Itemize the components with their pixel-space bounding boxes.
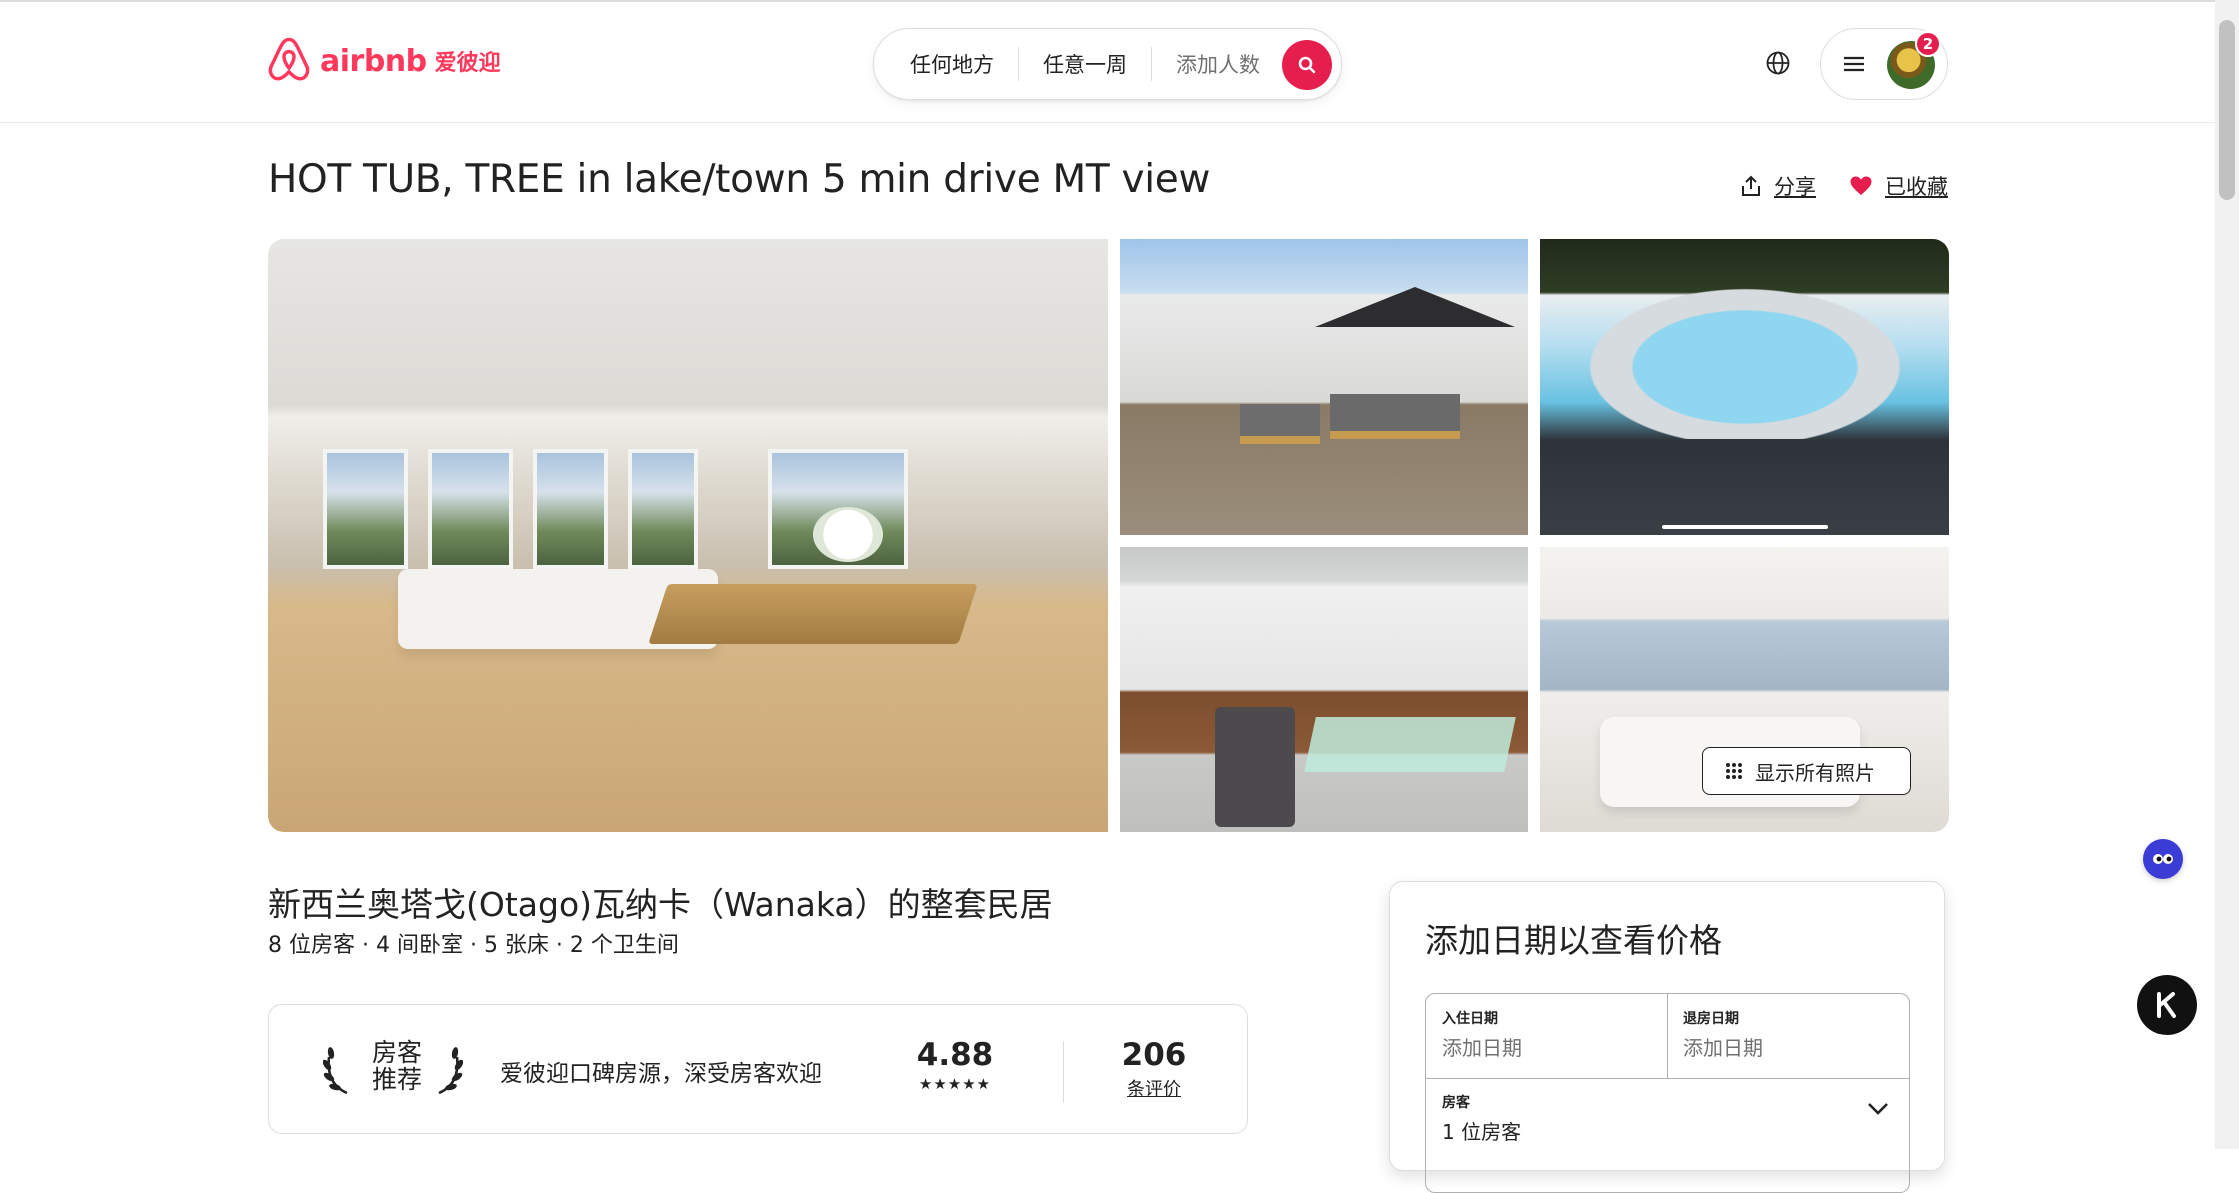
share-icon bbox=[1742, 175, 1760, 196]
photo-gallery bbox=[268, 239, 1949, 832]
rating-stars: ★★★★★ bbox=[918, 1075, 992, 1093]
couch-shape bbox=[1330, 394, 1460, 439]
laurel-right-icon bbox=[438, 1047, 463, 1095]
reviews-block[interactable]: 206 条评价 bbox=[1109, 1037, 1199, 1101]
checkout-field[interactable]: 退房日期 添加日期 bbox=[1667, 994, 1910, 1075]
booking-inputs: 入住日期 添加日期 退房日期 添加日期 房客 1 位房客 bbox=[1425, 993, 1910, 1193]
logo-wordmark: airbnb bbox=[320, 43, 427, 79]
window-shape bbox=[323, 449, 408, 569]
guest-favorite-card[interactable]: 房客 推荐 爱彼迎口碑房源，深受房客欢迎 4.88 ★★★★★ 206 条评价 bbox=[268, 1004, 1248, 1134]
review-count: 206 bbox=[1121, 1037, 1187, 1073]
share-button[interactable]: 分享 bbox=[1740, 171, 1816, 201]
checkin-field[interactable]: 入住日期 添加日期 bbox=[1426, 994, 1667, 1075]
hamburger-menu-icon bbox=[1844, 56, 1864, 72]
review-label[interactable]: 条评价 bbox=[1109, 1075, 1199, 1101]
listing-facts: 8 位房客 · 4 间卧室 · 5 张床 · 2 个卫生间 bbox=[268, 933, 679, 958]
scrollbar[interactable] bbox=[2215, 0, 2239, 1149]
show-all-photos-button[interactable]: 显示所有照片 bbox=[1702, 747, 1911, 795]
guests-label: 房客 bbox=[1442, 1095, 1470, 1111]
photo-hot-tub[interactable] bbox=[1540, 239, 1949, 535]
airbnb-logo-icon bbox=[268, 37, 310, 81]
photo-patio[interactable] bbox=[1120, 239, 1528, 535]
photo-deck[interactable] bbox=[1120, 547, 1528, 832]
search-bar[interactable]: 任何地方 任意一周 添加人数 bbox=[873, 28, 1342, 100]
heart-icon bbox=[1850, 176, 1872, 195]
eyes-icon bbox=[2153, 854, 2173, 864]
search-anywhere[interactable]: 任何地方 bbox=[910, 49, 1018, 79]
window-shape bbox=[628, 449, 698, 569]
booking-title: 添加日期以查看价格 bbox=[1425, 921, 1722, 960]
share-label: 分享 bbox=[1774, 175, 1816, 199]
show-all-photos-label: 显示所有照片 bbox=[1755, 760, 1875, 785]
k-logo-icon bbox=[2157, 992, 2176, 1018]
saved-label: 已收藏 bbox=[1885, 175, 1948, 199]
logo-chinese: 爱彼迎 bbox=[434, 51, 501, 76]
grid-dots-icon bbox=[1726, 763, 1742, 779]
checkout-label: 退房日期 bbox=[1683, 1011, 1739, 1027]
divider bbox=[1063, 1041, 1064, 1103]
notification-badge: 2 bbox=[1915, 31, 1941, 57]
saved-button[interactable]: 已收藏 bbox=[1849, 171, 1948, 201]
rating-value: 4.88 bbox=[916, 1037, 994, 1073]
scrollbar-thumb[interactable] bbox=[2219, 20, 2235, 200]
guests-value: 1 位房客 bbox=[1442, 1120, 1522, 1144]
listing-title: HOT TUB, TREE in lake/town 5 min drive M… bbox=[268, 157, 1211, 202]
table-shape bbox=[648, 584, 978, 644]
guest-favorite-line1: 房客 bbox=[371, 1038, 422, 1067]
laurel-left-icon bbox=[323, 1047, 348, 1095]
checkin-value: 添加日期 bbox=[1442, 1036, 1522, 1060]
photo-main-living-room[interactable] bbox=[268, 239, 1108, 832]
extension-eyes-button[interactable] bbox=[2143, 839, 2183, 879]
glass-table-shape bbox=[1304, 717, 1516, 772]
chevron-down-icon[interactable] bbox=[1867, 1102, 1889, 1116]
chair-shape bbox=[1215, 707, 1295, 827]
flowers-shape bbox=[813, 507, 883, 562]
photo-pager-indicator bbox=[1662, 525, 1828, 529]
guest-favorite-badge: 房客 推荐 bbox=[367, 1039, 427, 1093]
extension-k-button[interactable] bbox=[2137, 975, 2197, 1035]
checkin-label: 入住日期 bbox=[1442, 1011, 1498, 1027]
guest-favorite-line2: 推荐 bbox=[371, 1065, 422, 1094]
guests-field[interactable]: 房客 1 位房客 bbox=[1426, 1078, 1910, 1159]
search-button[interactable] bbox=[1282, 40, 1332, 90]
listing-subtitle: 新西兰奥塔戈(Otago)瓦纳卡（Wanaka）的整套民居 bbox=[268, 885, 1053, 924]
rating-block: 4.88 ★★★★★ bbox=[905, 1037, 1005, 1093]
umbrella-shape bbox=[1315, 287, 1515, 327]
search-add-guests[interactable]: 添加人数 bbox=[1152, 49, 1284, 79]
search-icon bbox=[1298, 56, 1316, 74]
language-button[interactable] bbox=[1762, 47, 1794, 79]
checkout-value: 添加日期 bbox=[1683, 1036, 1763, 1060]
user-menu-button[interactable]: 2 bbox=[1820, 28, 1948, 100]
hot-tub-shape bbox=[1570, 279, 1920, 439]
guest-favorite-description: 爱彼迎口碑房源，深受房客欢迎 bbox=[500, 1061, 822, 1087]
window-shape bbox=[533, 449, 608, 569]
search-any-week[interactable]: 任意一周 bbox=[1019, 49, 1151, 79]
booking-card: 添加日期以查看价格 入住日期 添加日期 退房日期 添加日期 房客 1 位房客 bbox=[1389, 881, 1945, 1193]
airbnb-logo[interactable]: airbnb 爱彼迎 bbox=[266, 35, 501, 87]
window-shape bbox=[428, 449, 513, 569]
couch-shape bbox=[1240, 404, 1320, 444]
top-header: airbnb 爱彼迎 任何地方 任意一周 添加人数 2 bbox=[0, 0, 2215, 123]
globe-icon bbox=[1766, 51, 1790, 75]
